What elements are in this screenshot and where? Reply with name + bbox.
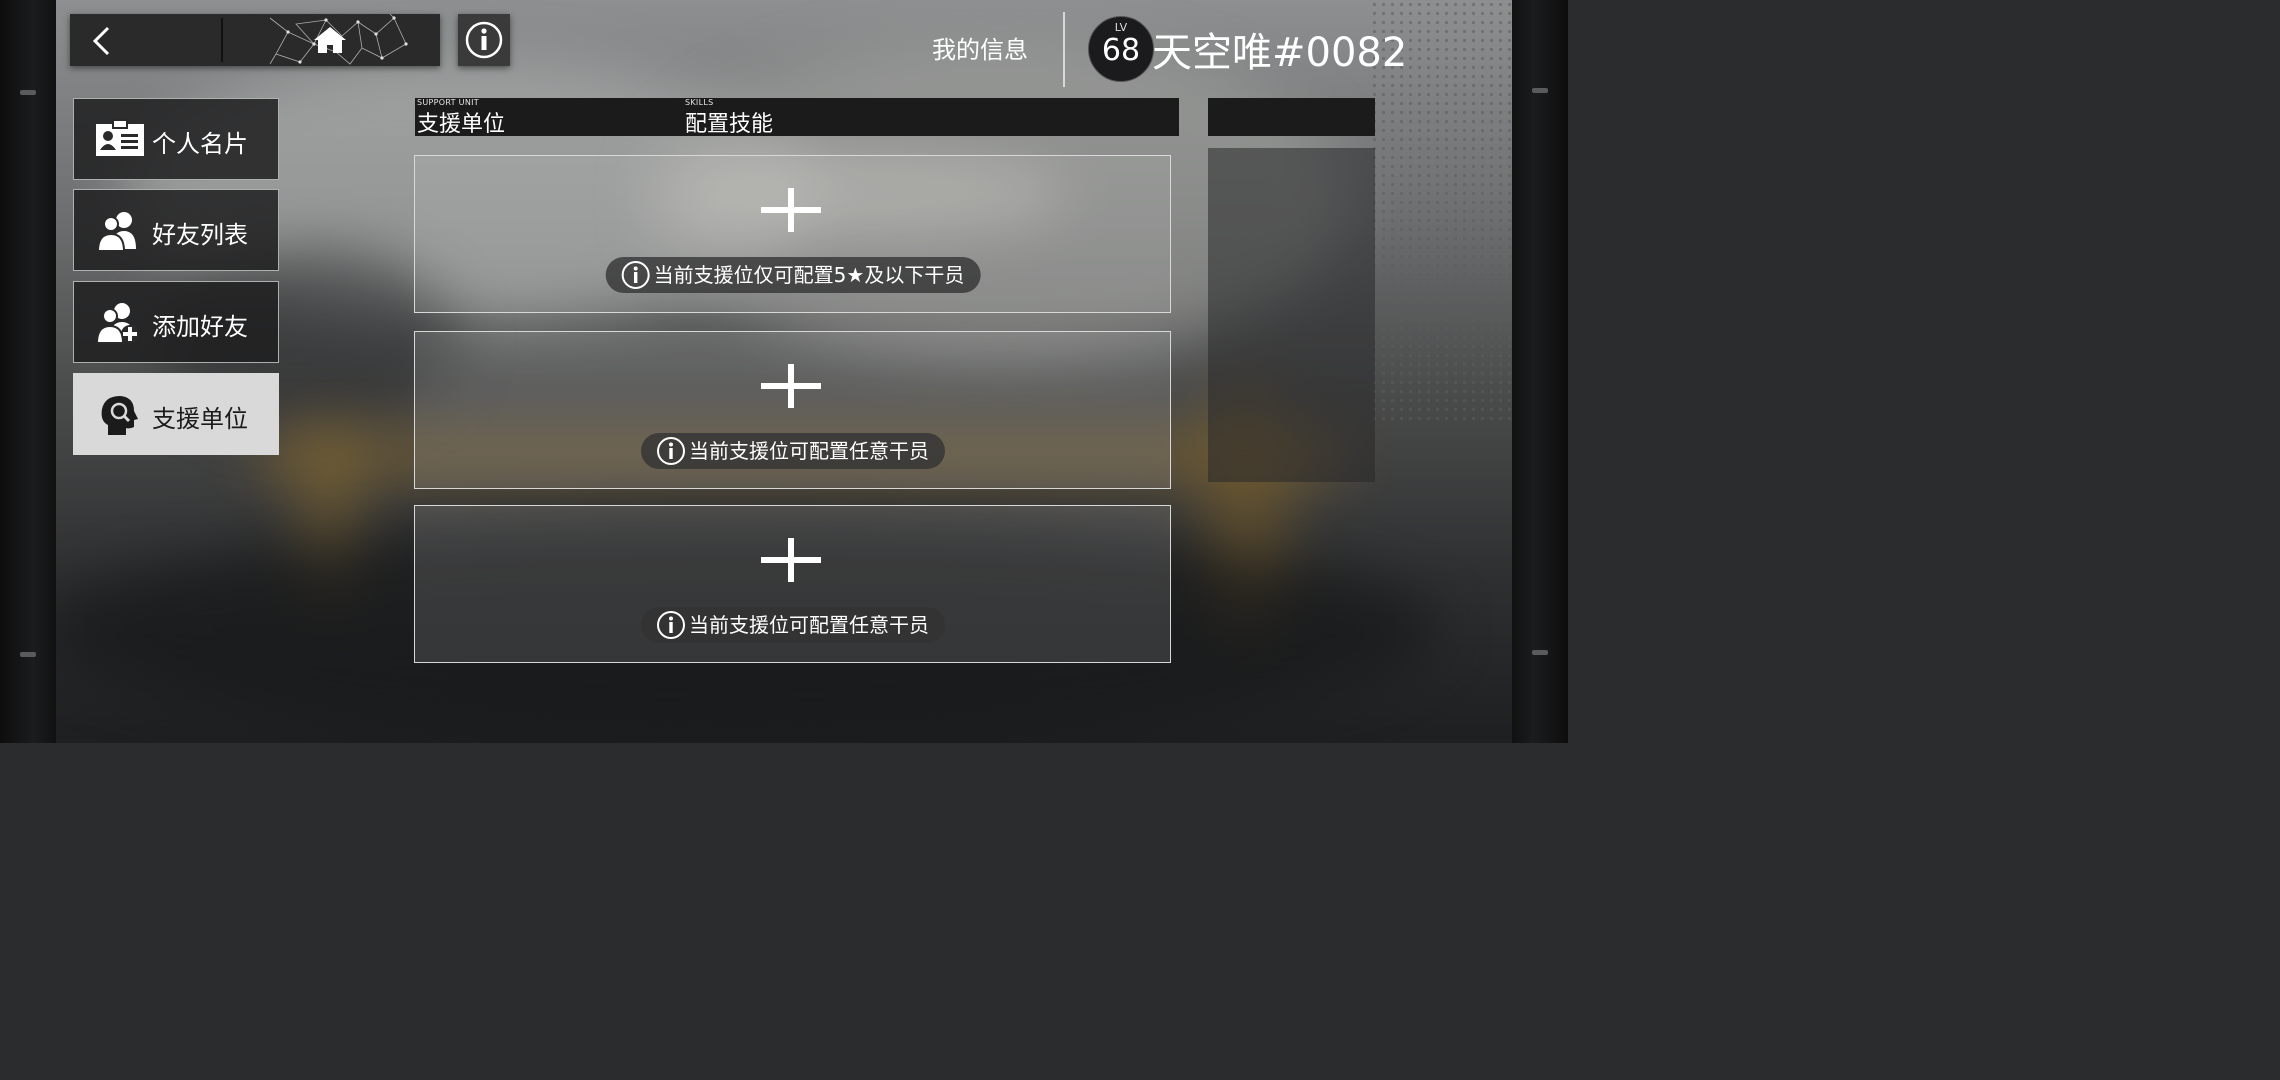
column-title: 配置技能 [685,112,774,137]
support-slot-3[interactable]: 当前支援位可配置任意干员 [414,505,1171,663]
support-unit-icon [101,396,138,435]
my-info-title: 我的信息 [932,36,1028,64]
support-table-header: SUPPORT UNIT 支援单位 SKILLS 配置技能 [415,98,1179,137]
menu-item-add-friend[interactable]: 添加好友 [73,281,279,363]
info-icon [657,437,685,465]
right-frame-edge [1512,0,1568,743]
chevron-left-icon [92,26,110,56]
support-slot-2[interactable]: 当前支援位可配置任意干员 [414,331,1171,489]
slot-note-text: 当前支援位可配置任意干员 [689,439,929,463]
home-button[interactable] [266,14,440,66]
header-divider [1063,12,1065,87]
mesh-pattern [269,14,408,65]
id-card-icon [96,119,144,156]
column-title: 支援单位 [417,112,506,137]
slot-note-text: 当前支援位可配置任意干员 [689,613,929,637]
info-button[interactable] [458,14,510,66]
info-icon [621,261,650,289]
level-value: 68 [1101,33,1141,68]
player-name: 天空唯#0082 [1152,30,1408,76]
top-nav-bar [70,14,440,66]
menu-item-friend-list[interactable]: 好友列表 [73,189,279,271]
plus-icon [761,364,821,408]
left-frame-edge [0,0,56,743]
menu-item-label: 好友列表 [152,221,248,249]
side-panel [1208,148,1375,482]
menu-item-label: 添加好友 [152,313,248,341]
back-button[interactable] [70,14,220,66]
plus-icon [761,188,821,232]
add-friend-icon [95,303,139,344]
menu-item-label: 支援单位 [152,405,248,433]
support-slot-1[interactable]: 当前支援位仅可配置5★及以下干员 [414,155,1171,313]
slot-note-text: 当前支援位仅可配置5★及以下干员 [653,263,965,287]
home-icon [314,27,346,53]
info-icon [465,21,503,59]
slot-restriction-note: 当前支援位可配置任意干员 [641,607,945,643]
friends-icon [96,212,136,252]
level-badge: LV 68 [1088,16,1154,82]
menu-item-label: 个人名片 [152,130,248,158]
slot-restriction-note: 当前支援位仅可配置5★及以下干员 [605,257,981,293]
plus-icon [761,538,821,582]
menu-item-support-unit[interactable]: 支援单位 [73,373,279,455]
nav-divider [221,18,223,62]
info-icon [657,611,685,639]
slot-restriction-note: 当前支援位可配置任意干员 [641,433,945,469]
menu-item-profile-card[interactable]: 个人名片 [73,98,279,180]
side-panel-header [1208,98,1375,136]
